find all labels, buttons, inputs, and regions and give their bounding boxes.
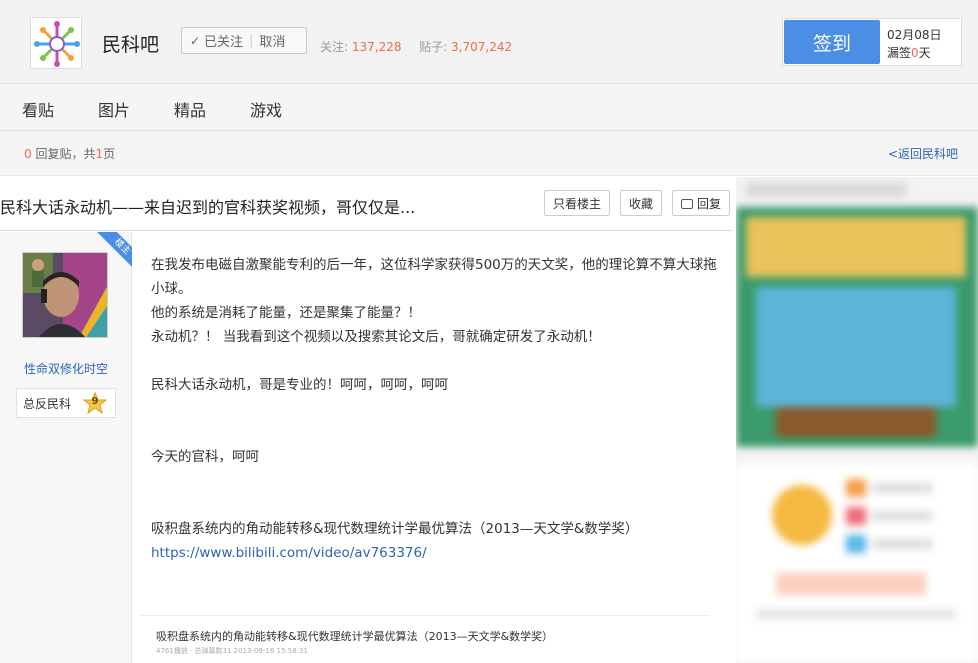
only-op-button[interactable]: 只看楼主 — [544, 190, 610, 216]
posts-label: 贴子: — [419, 40, 448, 54]
thread-title-bar: 民科大话永动机——来自迟到的官科获奖视频，哥仅仅是... 只看楼主 收藏 回复 — [0, 177, 733, 231]
preview-title: 吸积盘系统内的角动能转移&现代数理统计学最优算法（2013—天文学&数学奖） — [156, 630, 554, 643]
post-text-line: 今天的官科，呵呵 — [151, 449, 259, 465]
nav-item-games[interactable]: 游戏 — [250, 97, 282, 121]
preview-meta: 4761播放 · 总弹幕数31 2013-09-16 15:58:31 — [156, 647, 308, 655]
forum-logo-icon — [31, 18, 81, 68]
followers-count: 137,228 — [351, 40, 402, 54]
forum-header: 民科吧 ✓ 已关注 | 取消 关注: 137,228 贴子: 3,707,242… — [0, 0, 978, 84]
post-text-line: 他的系统是消耗了能量，还是聚集了能量？！ — [151, 305, 421, 321]
posts-count: 3,707,242 — [451, 40, 513, 54]
author-panel: 楼主 性命双修化时空 总反民科 9 — [0, 232, 132, 663]
forum-nav: 看贴 图片 精品 游戏 — [0, 84, 978, 131]
unfollow-button[interactable]: 取消 — [259, 31, 285, 50]
nav-item-featured[interactable]: 精品 — [174, 97, 206, 121]
level-star-icon: 9 — [82, 391, 108, 415]
back-to-forum-link[interactable]: <返回民科吧 — [888, 145, 958, 162]
op-badge: 楼主 — [94, 232, 132, 270]
signin-info: 02月08日 漏签0天 — [887, 26, 942, 62]
check-icon: ✓ — [189, 33, 201, 48]
forum-name[interactable]: 民科吧 — [102, 30, 159, 57]
reply-button[interactable]: 回复 — [672, 190, 730, 216]
signin-button[interactable]: 签到 — [784, 20, 880, 64]
comment-icon — [680, 199, 693, 209]
forum-stats: 关注: 137,228 贴子: 3,707,242 — [320, 38, 512, 55]
nav-item-posts[interactable]: 看贴 — [22, 97, 54, 121]
follow-toggle[interactable]: ✓ 已关注 | 取消 — [181, 27, 307, 54]
missed-days: 漏签0天 — [887, 46, 931, 60]
post-text-line: 在我发布电磁自激聚能专利的后一年，这位科学家获得500万的天文奖，他的理论算不算… — [151, 257, 717, 297]
favorite-button[interactable]: 收藏 — [620, 190, 662, 216]
divider: | — [249, 33, 254, 48]
video-preview-card[interactable]: 吸积盘系统内的角动能转移&现代数理统计学最优算法（2013—天文学&数学奖） 4… — [140, 615, 710, 663]
thread-title: 民科大话永动机——来自迟到的官科获奖视频，哥仅仅是... — [0, 198, 416, 217]
right-sidebar — [736, 177, 978, 663]
followers-label: 关注: — [320, 40, 349, 54]
sidebar-profile-card — [736, 463, 978, 663]
post-text-line: 吸积盘系统内的角动能转移&现代数理统计学最优算法（2013—天文学&数学奖） — [151, 521, 639, 537]
post-text-line: 民科大话永动机，哥是专业的！呵呵，呵呵，呵呵 — [151, 377, 448, 393]
nav-item-images[interactable]: 图片 — [98, 97, 130, 121]
post-text-line: 永动机？！ 当我看到这个视频以及搜索其论文后，哥就确定研发了永动机！ — [151, 329, 601, 345]
reply-count: 0 回复贴，共1页 — [24, 147, 116, 161]
author-name[interactable]: 性命双修化时空 — [0, 360, 132, 377]
sidebar-ad-banner[interactable] — [736, 177, 978, 447]
post-content: 在我发布电磁自激聚能专利的后一年，这位科学家获得500万的天文奖，他的理论算不算… — [151, 253, 721, 565]
follow-label: 已关注 — [204, 35, 244, 50]
video-link[interactable]: https://www.bilibili.com/video/av763376/ — [151, 541, 721, 565]
level-number: 9 — [91, 396, 99, 407]
forum-logo[interactable] — [30, 17, 82, 69]
thread-info-bar: 0 回复贴，共1页 <返回民科吧 — [0, 131, 978, 176]
signin-panel: 签到 02月08日 漏签0天 — [782, 18, 962, 66]
signin-date: 02月08日 — [887, 28, 942, 42]
author-level[interactable]: 总反民科 9 — [16, 388, 116, 418]
level-name: 总反民科 — [23, 396, 72, 411]
